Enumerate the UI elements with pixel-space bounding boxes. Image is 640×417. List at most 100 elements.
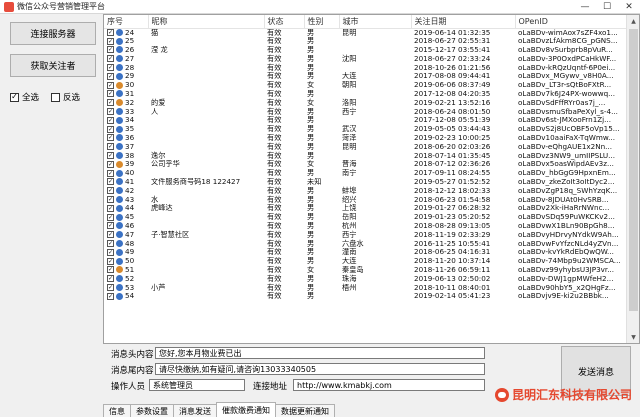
gender-cell: 男 — [307, 283, 315, 292]
table-row[interactable]: ✓ 51 有效 女 秦皇岛 2018-11-26 06:59:11 oLaBDvz99yhy… — [104, 266, 627, 275]
row-checkbox[interactable]: ✓ — [107, 266, 114, 274]
nickname-cell — [148, 116, 264, 125]
table-row[interactable]: ✓ 27 有效 男 沈阳 2018-06-27 02:33:24 oLaBDv-3P0Oxd… — [104, 54, 627, 63]
tab[interactable]: 数据更新通知 — [275, 404, 335, 417]
tab[interactable]: 消息发送 — [173, 404, 217, 417]
row-checkbox[interactable]: ✓ — [107, 248, 114, 256]
table-row[interactable]: ✓ 30 有效 女 朝阳 2019-06-06 08:37:49 oLaBDv_LT3r-s… — [104, 81, 627, 90]
tab[interactable]: 参数设置 — [130, 404, 174, 417]
follow-date-cell: 2019-01-27 06:28:32 — [414, 203, 491, 213]
table-row[interactable]: ✓ 35 有效 男 武汉 2019-05-05 03:44:43 oLaBDvS2j8UcO… — [104, 125, 627, 134]
tail-input[interactable]: 请尽快缴纳,如有疑问,请咨询13033340505 — [155, 363, 485, 375]
city-cell: 杭州 — [342, 221, 357, 230]
follow-date-cell: 2019-02-21 13:52:16 — [414, 98, 491, 107]
row-checkbox[interactable]: ✓ — [107, 46, 114, 54]
row-checkbox[interactable]: ✓ — [107, 213, 114, 221]
gender-cell: 男 — [307, 54, 315, 63]
table-row[interactable]: ✓ 48 有效 男 六盘水 2016-11-25 10:55:41 oLaBDvwFvYfz… — [104, 239, 627, 248]
row-checkbox[interactable]: ✓ — [107, 196, 114, 204]
invert-selection-checkbox[interactable]: 反选 — [51, 91, 80, 103]
row-checkbox[interactable]: ✓ — [107, 292, 114, 300]
table-row[interactable]: ✓ 37 有效 男 昆明 2018-06-20 02:03:26 oLaBDv-eQhgAU… — [104, 142, 627, 151]
row-checkbox[interactable]: ✓ — [107, 160, 114, 168]
table-row[interactable]: ✓ 31 有效 男 2017-12-08 04:20:35 oLaBDv7k6J24PX-… — [104, 90, 627, 99]
row-checkbox[interactable]: ✓ — [107, 55, 114, 63]
table-row[interactable]: ✓ 43 水 有效 男 绍兴 2018-06-23 01:54:58 oLaBDv-8JDUA… — [104, 195, 627, 204]
table-row[interactable]: ✓ 39 公司乎华 有效 女 晋海 2018-07-12 02:36:26 oLaBDvx5o… — [104, 160, 627, 169]
column-header[interactable]: 性别 — [304, 15, 340, 29]
row-checkbox[interactable]: ✓ — [107, 116, 114, 124]
table-row[interactable]: ✓ 40 有效 男 南宁 2017-09-11 08:24:55 oLaBDv_hbGgG9… — [104, 169, 627, 178]
row-checkbox[interactable]: ✓ — [107, 169, 114, 177]
vertical-scrollbar[interactable]: ▲ ▼ — [626, 15, 639, 343]
table-row[interactable]: ✓ 25 有效 男 2018-06-27 02:55:31 oLaBDvzLfAkm8CG… — [104, 37, 627, 46]
row-checkbox[interactable]: ✓ — [107, 90, 114, 98]
select-all-checkbox[interactable]: ✓ 全选 — [10, 91, 39, 103]
column-header[interactable]: 序号 — [104, 15, 149, 29]
row-checkbox[interactable]: ✓ — [107, 152, 114, 160]
connect-server-button[interactable]: 连接服务器 — [10, 22, 96, 45]
table-row[interactable]: ✓ 54 有效 男 2019-02-14 05:41:23 oLaBDvjv9E-ki2u… — [104, 292, 627, 301]
column-header[interactable]: 关注日期 — [411, 15, 516, 29]
table-row[interactable]: ✓ 41 文件服务商号码18 122427 有效 未知 2019-05-27 01:52:… — [104, 178, 627, 187]
table-row[interactable]: ✓ 53 小芦 有效 男 梧州 2018-10-11 08:40:01 oLaBDv90hbY… — [104, 283, 627, 292]
row-checkbox[interactable]: ✓ — [107, 134, 114, 142]
table-row[interactable]: ✓ 36 有效 男 菏泽 2019-02-23 10:00:25 oLaBDv10aaiFa… — [104, 134, 627, 143]
column-header[interactable]: 城市 — [339, 15, 412, 29]
head-input[interactable]: 您好,您本月物业费已出 — [155, 347, 485, 359]
table-row[interactable]: ✓ 44 虎峰达 有效 男 上饶 2019-01-27 06:28:32 oLaBDv2Xk-… — [104, 204, 627, 213]
table-row[interactable]: ✓ 28 有效 男 2018-10-26 01:21:56 oLaBDv-kRQzUqnt… — [104, 63, 627, 72]
maximize-icon[interactable]: ☐ — [596, 0, 618, 14]
table-row[interactable]: ✓ 50 有效 男 大连 2018-11-20 10:37:14 oLaBDv-74Mbp9… — [104, 257, 627, 266]
row-checkbox[interactable]: ✓ — [107, 108, 114, 116]
column-header[interactable]: 状态 — [264, 15, 305, 29]
row-checkbox[interactable]: ✓ — [107, 187, 114, 195]
tail-label: 消息尾内容 — [111, 366, 154, 376]
row-checkbox[interactable]: ✓ — [107, 64, 114, 72]
watermark-text: 昆明汇东科技有限公司 — [511, 388, 632, 402]
row-checkbox[interactable]: ✓ — [107, 72, 114, 80]
scroll-up-icon[interactable]: ▲ — [627, 15, 639, 27]
column-header[interactable]: 昵称 — [148, 15, 265, 29]
table-row[interactable]: ✓ 26 滢 龙 有效 男 2015-12-17 03:55:41 oLaBDv8vSurb… — [104, 46, 627, 55]
row-checkbox[interactable]: ✓ — [107, 37, 114, 45]
table-row[interactable]: ✓ 38 逸尔 有效 男 2018-07-14 01:35:45 oLaBDvz3NW9_u… — [104, 151, 627, 160]
link-input[interactable]: http://www.kmabkj.com — [293, 379, 485, 391]
table-row[interactable]: ✓ 34 有效 男 2017-12-08 05:51:39 oLaBDv6st-JMXoo… — [104, 116, 627, 125]
minimize-icon[interactable]: — — [574, 0, 596, 14]
tab[interactable]: 催款缴费通知 — [216, 402, 276, 417]
row-checkbox[interactable]: ✓ — [107, 99, 114, 107]
fetch-followers-button[interactable]: 获取关注者 — [10, 54, 96, 77]
row-checkbox[interactable]: ✓ — [107, 29, 114, 37]
scroll-thumb[interactable] — [629, 29, 638, 311]
row-checkbox[interactable]: ✓ — [107, 81, 114, 89]
table-row[interactable]: ✓ 46 有效 男 杭州 2018-08-28 09:13:05 oLaBDvwX1BLn9… — [104, 222, 627, 231]
table-row[interactable]: ✓ 29 有效 男 大连 2017-08-08 09:44:41 oLaBDvx_MGywv… — [104, 72, 627, 81]
follow-date-cell: 2018-11-19 02:33:29 — [414, 230, 491, 239]
table-row[interactable]: ✓ 24 猫 有效 男 昆明 2019-06-14 01:32:35 oLaBDv-wimAo… — [104, 28, 627, 37]
row-checkbox[interactable]: ✓ — [107, 143, 114, 151]
table-row[interactable]: ✓ 32 的爱 有效 女 洛阳 2019-02-21 13:52:16 oLaBDvSdFff… — [104, 98, 627, 107]
tab[interactable]: 信息 — [103, 404, 131, 417]
table-row[interactable]: ✓ 33 人 有效 男 西宁 2018-06-24 08:01:50 oLaBDvsmuSfb… — [104, 107, 627, 116]
table-row[interactable]: ✓ 45 有效 男 岳阳 2019-01-23 05:20:52 oLaBDvSDq59Pu… — [104, 213, 627, 222]
row-checkbox[interactable]: ✓ — [107, 222, 114, 230]
row-checkbox[interactable]: ✓ — [107, 257, 114, 265]
close-icon[interactable]: ✕ — [618, 0, 640, 14]
row-checkbox[interactable]: ✓ — [107, 204, 114, 212]
table-row[interactable]: ✓ 42 有效 男 蚌埠 2018-12-12 18:02:33 oLaBDvZgP18q_… — [104, 186, 627, 195]
row-checkbox[interactable]: ✓ — [107, 178, 114, 186]
gender-cell: 男 — [307, 203, 315, 213]
row-checkbox[interactable]: ✓ — [107, 231, 114, 239]
row-checkbox[interactable]: ✓ — [107, 275, 114, 283]
table-row[interactable]: ✓ 49 有效 男 潼南 2018-06-25 04:16:31 oLaBDv-kvYkRd… — [104, 248, 627, 257]
table-row[interactable]: ✓ 47 子·智慧社区 有效 男 西宁 2018-11-19 02:33:29 oLaBDvy… — [104, 230, 627, 239]
row-checkbox[interactable]: ✓ — [107, 240, 114, 248]
row-checkbox[interactable]: ✓ — [107, 125, 114, 133]
followers-table[interactable]: 序号 昵称 状态 性别 城市 关注日期 OPenID ✓ 24 猫有效男昆明 2019-06-14… — [103, 14, 640, 344]
table-row[interactable]: ✓ 52 有效 男 珠海 2019-06-13 02:50:02 oLaBDv-DWJ1gp… — [104, 274, 627, 283]
scroll-down-icon[interactable]: ▼ — [627, 331, 639, 343]
row-checkbox[interactable]: ✓ — [107, 284, 114, 291]
operator-input[interactable]: 系统管理员 — [149, 379, 245, 391]
column-header[interactable]: OPenID — [515, 15, 628, 29]
